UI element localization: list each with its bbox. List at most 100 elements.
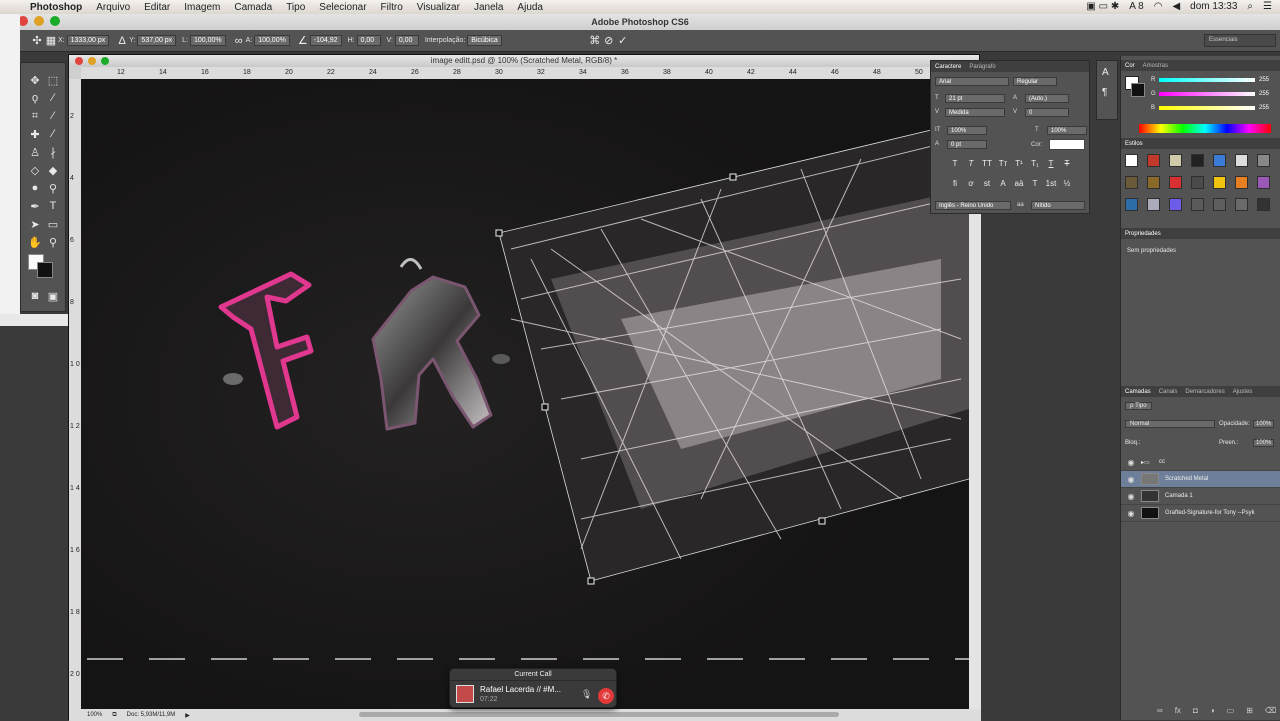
style-swatch[interactable] <box>1257 154 1270 167</box>
add-mask-icon[interactable]: ◘ <box>1193 706 1198 716</box>
faux-bold-button[interactable]: T <box>949 159 961 169</box>
volume-icon[interactable]: ◀ <box>1172 1 1180 12</box>
style-swatch[interactable] <box>1235 154 1248 167</box>
leading-field[interactable]: (Auto.) <box>1025 94 1069 103</box>
transform-handle[interactable] <box>729 173 737 181</box>
eraser-icon[interactable]: ◇ <box>27 163 43 177</box>
transform-handle[interactable] <box>587 577 595 585</box>
style-swatch[interactable] <box>1213 154 1226 167</box>
style-swatch[interactable] <box>1257 198 1270 211</box>
tab-layers[interactable]: Camadas <box>1125 389 1151 395</box>
clone-stamp-icon[interactable]: ♙ <box>27 145 43 159</box>
layer-row[interactable]: ◉ Grafted-Signature-for Tony --Psyk <box>1121 505 1280 522</box>
visibility-eye-icon[interactable]: ◉ <box>1121 509 1141 518</box>
move-tool-icon[interactable]: ✣ <box>30 34 44 48</box>
font-size-field[interactable]: 21 pt <box>945 94 1005 103</box>
crop-tool-icon[interactable]: ⌗ <box>27 109 43 123</box>
style-swatch[interactable] <box>1213 198 1226 211</box>
style-swatch[interactable] <box>1169 176 1182 189</box>
ligatures-button[interactable]: fi <box>949 179 961 189</box>
workspace-select[interactable]: Essenciais <box>1204 34 1276 47</box>
ornaments-button[interactable]: T <box>1029 179 1041 189</box>
zoom-tool-icon[interactable]: ⚲ <box>45 235 61 249</box>
reference-point-icon[interactable]: ▦ <box>44 34 58 48</box>
visibility-eye-icon[interactable]: ◉ <box>1121 458 1141 467</box>
hang-up-button[interactable]: ✆ <box>598 688 614 704</box>
menu-camada[interactable]: Camada <box>234 2 272 13</box>
tab-paragraph[interactable]: Parágrafo <box>969 64 995 70</box>
baseline-shift-field[interactable]: 0 pt <box>947 140 987 149</box>
alt-ligatures-button[interactable]: ơ <box>965 179 977 189</box>
status-menu-arrow-icon[interactable]: ▶ <box>185 712 190 719</box>
x-field[interactable]: 1333,00 px <box>66 35 110 46</box>
status-icons[interactable]: ▣ ▭ ✱ <box>1086 1 1119 12</box>
tracking-field[interactable]: 0 <box>1025 108 1069 117</box>
color-spectrum[interactable] <box>1139 124 1271 133</box>
g-value[interactable]: 255 <box>1259 91 1269 97</box>
ruler-origin[interactable] <box>69 67 81 79</box>
link-layers-icon[interactable]: ∞ <box>1157 706 1163 716</box>
menu-arquivo[interactable]: Arquivo <box>96 2 130 13</box>
new-layer-icon[interactable]: ⊞ <box>1246 706 1253 716</box>
history-brush-icon[interactable]: ∤ <box>45 145 61 159</box>
delete-layer-icon[interactable]: ⌫ <box>1265 706 1276 716</box>
tab-swatches[interactable]: Amostras <box>1143 63 1168 69</box>
layer-row[interactable]: ◉ Camada 1 <box>1121 488 1280 505</box>
menu-tipo[interactable]: Tipo <box>286 2 305 13</box>
paint-bucket-icon[interactable]: ◆ <box>45 163 61 177</box>
swash-button[interactable]: A <box>997 179 1009 189</box>
fx-icon[interactable]: fx <box>1175 706 1181 716</box>
new-group-icon[interactable]: ▭ <box>1227 706 1235 716</box>
tab-channels[interactable]: Canais <box>1159 389 1178 395</box>
hskew-field[interactable]: 0,00 <box>356 35 381 46</box>
layer-row-group[interactable]: ◉ ▸▭ cc <box>1121 454 1280 471</box>
color-bg-swatch[interactable] <box>1131 83 1145 97</box>
tab-character[interactable]: Caractere <box>935 64 961 70</box>
menu-ajuda[interactable]: Ajuda <box>517 2 543 13</box>
style-swatch[interactable] <box>1191 198 1204 211</box>
type-tool-icon[interactable]: T <box>45 199 61 213</box>
style-swatch[interactable] <box>1147 198 1160 211</box>
antialias-select[interactable]: Nítido <box>1031 201 1085 210</box>
background-color-swatch[interactable] <box>37 262 53 278</box>
hand-tool-icon[interactable]: ✋ <box>27 235 43 249</box>
link-icon[interactable]: ∞ <box>232 34 246 48</box>
artboard-tool-icon[interactable]: ⬚ <box>45 73 61 87</box>
cancel-transform-icon[interactable]: ⊘ <box>602 34 616 48</box>
doc-minimize-button[interactable] <box>88 57 96 65</box>
visibility-eye-icon[interactable]: ◉ <box>1121 492 1141 501</box>
ordinals-button[interactable]: 1st <box>1045 179 1057 189</box>
fill-field[interactable]: 100% <box>1253 439 1275 447</box>
paragraph-panel-icon[interactable]: ¶ <box>1102 87 1107 98</box>
style-swatch[interactable] <box>1147 154 1160 167</box>
strikethrough-button[interactable]: T <box>1061 159 1073 169</box>
style-swatch[interactable] <box>1169 154 1182 167</box>
g-slider[interactable] <box>1159 92 1255 96</box>
language-select[interactable]: Inglês - Reino Unido <box>935 201 1011 210</box>
canvas[interactable] <box>81 79 969 709</box>
opacity-field[interactable]: 100% <box>1253 420 1275 428</box>
style-swatch[interactable] <box>1213 176 1226 189</box>
font-style-select[interactable]: Regular <box>1013 77 1057 86</box>
layer-row-selected[interactable]: ◉ Scratched Metal <box>1121 471 1280 488</box>
wifi-icon[interactable]: ◠ <box>1154 1 1163 12</box>
lasso-tool-icon[interactable]: ϙ <box>27 91 43 105</box>
tab-paths[interactable]: Demarcadores <box>1185 389 1224 395</box>
path-select-icon[interactable]: ➤ <box>27 217 43 231</box>
horizontal-scale-field[interactable]: 100% <box>1047 126 1087 135</box>
font-family-select[interactable]: Arial <box>935 77 1009 86</box>
doc-size[interactable]: Doc: 5,93M/11,9M <box>127 712 176 718</box>
transform-handle[interactable] <box>495 229 503 237</box>
angle-field[interactable]: -104,92 <box>309 35 342 46</box>
r-slider[interactable] <box>1159 78 1255 82</box>
menu-janela[interactable]: Janela <box>474 2 503 13</box>
titling-button[interactable]: aā <box>1013 179 1025 189</box>
pen-tool-icon[interactable]: ✒ <box>27 199 43 213</box>
style-swatch[interactable] <box>1257 176 1270 189</box>
transform-handle[interactable] <box>541 403 549 411</box>
quick-mask-icon[interactable]: ◙ <box>27 289 43 303</box>
fractions-button[interactable]: ½ <box>1061 179 1073 189</box>
style-none-swatch[interactable] <box>1125 154 1138 167</box>
style-swatch[interactable] <box>1169 198 1182 211</box>
r-value[interactable]: 255 <box>1259 77 1269 83</box>
